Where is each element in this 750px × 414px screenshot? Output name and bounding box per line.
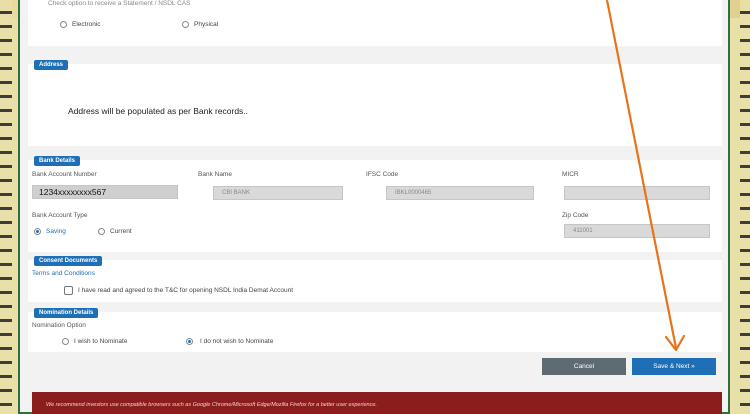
annotation-overlay <box>605 0 686 352</box>
arrow-icon <box>605 0 686 352</box>
